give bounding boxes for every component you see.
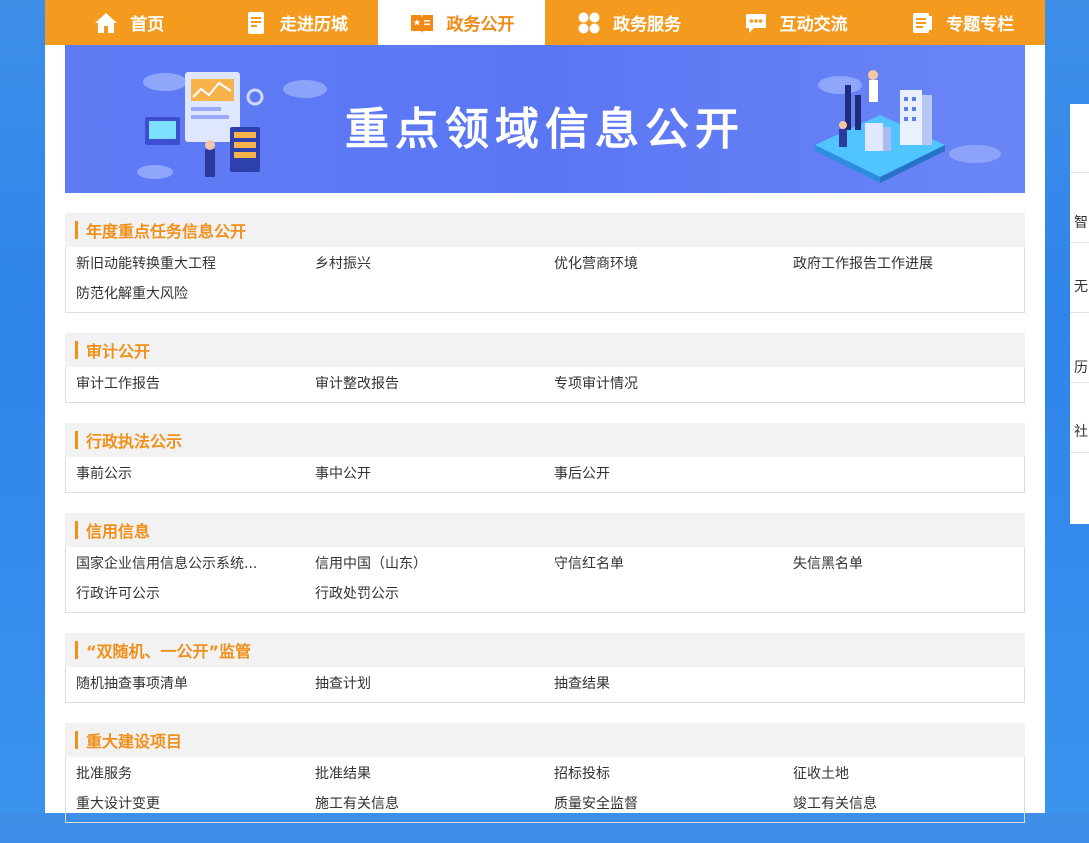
section-link[interactable]: 批准服务 — [66, 759, 305, 789]
section-key-tasks: 年度重点任务信息公开 新旧动能转换重大工程 乡村振兴 优化营商环境 政府工作报告… — [65, 213, 1025, 313]
divider — [1070, 452, 1089, 453]
section-link[interactable]: 政府工作报告工作进展 — [783, 249, 1022, 279]
nav-interaction-label: 互动交流 — [779, 15, 848, 35]
city-illustration-right — [815, 70, 945, 183]
section-link[interactable]: 批准结果 — [305, 759, 544, 789]
section-title[interactable]: 信用信息 — [86, 518, 150, 542]
sections: 年度重点任务信息公开 新旧动能转换重大工程 乡村振兴 优化营商环境 政府工作报告… — [65, 213, 1025, 843]
section-header: “双随机、一公开”监管 — [65, 633, 1025, 667]
section-link[interactable]: 事中公开 — [305, 459, 544, 489]
side-panel: 智 无 历 社 — [1070, 104, 1089, 524]
section-marker — [75, 341, 78, 359]
section-major-projects: 重大建设项目 批准服务 批准结果 招标投标 征收土地 重大设计变更 施工有关信息… — [65, 723, 1025, 823]
section-links: 新旧动能转换重大工程 乡村振兴 优化营商环境 政府工作报告工作进展 防范化解重大… — [65, 247, 1025, 313]
section-title[interactable]: 重大建设项目 — [86, 728, 182, 752]
main-page: 首页 走进历城 政务公开 政务服务 互动交流 专题专栏 重点领域信息公开 年度重… — [45, 0, 1045, 823]
section-link[interactable]: 行政处罚公示 — [305, 579, 544, 609]
section-links: 事前公示 事中公开 事后公开 — [65, 457, 1025, 493]
nav-gov-service-label: 政务服务 — [613, 15, 682, 35]
nav-topics[interactable]: 专题专栏 — [878, 0, 1045, 45]
section-title[interactable]: “双随机、一公开”监管 — [86, 638, 251, 662]
section-header: 年度重点任务信息公开 — [65, 213, 1025, 247]
section-link[interactable]: 新旧动能转换重大工程 — [66, 249, 305, 279]
section-marker — [75, 221, 78, 239]
section-link[interactable]: 守信红名单 — [544, 549, 783, 579]
side-panel-item[interactable]: 无 — [1074, 276, 1088, 296]
home-icon — [92, 9, 120, 37]
section-link[interactable]: 失信黑名单 — [783, 549, 1022, 579]
document-icon — [242, 9, 270, 37]
section-link[interactable]: 行政许可公示 — [66, 579, 305, 609]
side-panel-item[interactable]: 社 — [1074, 421, 1088, 441]
book-star-icon — [408, 9, 436, 37]
section-links: 随机抽查事项清单 抽查计划 抽查结果 — [65, 667, 1025, 703]
section-audit: 审计公开 审计工作报告 审计整改报告 专项审计情况 — [65, 333, 1025, 403]
section-marker — [75, 641, 78, 659]
banner: 重点领域信息公开 — [65, 45, 1025, 193]
section-link[interactable]: 抽查计划 — [305, 669, 544, 699]
section-header: 行政执法公示 — [65, 423, 1025, 457]
side-panel-item[interactable]: 智 — [1074, 212, 1088, 232]
nav-gov-service[interactable]: 政务服务 — [545, 0, 712, 45]
nav-gov-open[interactable]: 政务公开 — [378, 0, 545, 45]
notes-icon — [908, 9, 936, 37]
section-link[interactable]: 征收土地 — [783, 759, 1022, 789]
section-link[interactable]: 随机抽查事项清单 — [66, 669, 305, 699]
section-links: 审计工作报告 审计整改报告 专项审计情况 — [65, 367, 1025, 403]
nav-interaction[interactable]: 互动交流 — [711, 0, 878, 45]
section-links: 国家企业信用信息公示系统... 信用中国（山东） 守信红名单 失信黑名单 行政许… — [65, 547, 1025, 613]
section-link[interactable]: 招标投标 — [544, 759, 783, 789]
nav-home-label: 首页 — [130, 15, 165, 35]
section-link[interactable]: 抽查结果 — [544, 669, 783, 699]
section-link[interactable]: 防范化解重大风险 — [66, 279, 305, 309]
section-link[interactable]: 专项审计情况 — [544, 369, 783, 399]
divider — [1070, 312, 1089, 313]
section-link[interactable]: 审计整改报告 — [305, 369, 544, 399]
section-link[interactable]: 事后公开 — [544, 459, 783, 489]
side-panel-item[interactable]: 历 — [1074, 357, 1088, 377]
main-nav: 首页 走进历城 政务公开 政务服务 互动交流 专题专栏 — [45, 0, 1045, 45]
section-link[interactable]: 国家企业信用信息公示系统... — [66, 549, 305, 579]
section-links: 批准服务 批准结果 招标投标 征收土地 重大设计变更 施工有关信息 质量安全监督… — [65, 757, 1025, 823]
nav-home[interactable]: 首页 — [45, 0, 212, 45]
section-link[interactable]: 优化营商环境 — [544, 249, 783, 279]
nav-about[interactable]: 走进历城 — [212, 0, 379, 45]
section-law-enforcement: 行政执法公示 事前公示 事中公开 事后公开 — [65, 423, 1025, 493]
section-credit: 信用信息 国家企业信用信息公示系统... 信用中国（山东） 守信红名单 失信黑名… — [65, 513, 1025, 613]
nav-about-label: 走进历城 — [279, 15, 348, 35]
section-header: 信用信息 — [65, 513, 1025, 547]
section-link[interactable]: 信用中国（山东） — [305, 549, 544, 579]
section-title[interactable]: 年度重点任务信息公开 — [86, 218, 246, 242]
divider — [1070, 242, 1089, 243]
section-marker — [75, 731, 78, 749]
section-link[interactable]: 重大设计变更 — [66, 789, 305, 819]
section-link[interactable]: 审计工作报告 — [66, 369, 305, 399]
section-header: 重大建设项目 — [65, 723, 1025, 757]
nav-gov-open-label: 政务公开 — [446, 15, 515, 35]
divider — [1070, 172, 1089, 173]
section-link[interactable]: 施工有关信息 — [305, 789, 544, 819]
section-title[interactable]: 审计公开 — [86, 338, 150, 362]
section-link[interactable]: 乡村振兴 — [305, 249, 544, 279]
section-link[interactable]: 事前公示 — [66, 459, 305, 489]
chat-bubble-icon — [742, 9, 770, 37]
section-link[interactable]: 竣工有关信息 — [783, 789, 1022, 819]
section-marker — [75, 431, 78, 449]
section-title[interactable]: 行政执法公示 — [86, 428, 182, 452]
section-marker — [75, 521, 78, 539]
nav-topics-label: 专题专栏 — [946, 15, 1015, 35]
divider — [1070, 382, 1089, 383]
section-header: 审计公开 — [65, 333, 1025, 367]
section-link[interactable]: 质量安全监督 — [544, 789, 783, 819]
grid-circles-icon — [575, 9, 603, 37]
section-random-inspection: “双随机、一公开”监管 随机抽查事项清单 抽查计划 抽查结果 — [65, 633, 1025, 703]
